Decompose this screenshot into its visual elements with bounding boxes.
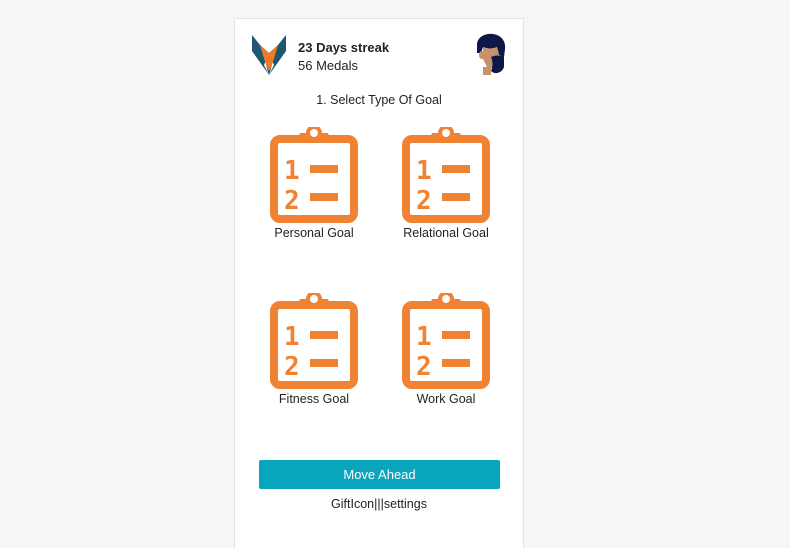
goal-label-personal: Personal Goal xyxy=(274,226,354,240)
goal-selection-card: 23 Days streak 56 Medals 1. Select Type … xyxy=(234,18,524,548)
clipboard-list-icon: 1 2 xyxy=(270,127,358,223)
svg-text:2: 2 xyxy=(284,186,300,216)
svg-text:1: 1 xyxy=(284,156,300,186)
svg-text:2: 2 xyxy=(284,352,300,382)
goal-label-work: Work Goal xyxy=(416,392,476,406)
bearded-man-avatar-icon[interactable] xyxy=(471,33,507,75)
medals-text: 56 Medals xyxy=(298,58,358,73)
svg-text:2: 2 xyxy=(416,352,432,382)
goal-option-personal[interactable]: 1 2 Personal Goal xyxy=(259,127,369,247)
svg-text:1: 1 xyxy=(416,322,432,352)
svg-text:1: 1 xyxy=(284,322,300,352)
svg-text:2: 2 xyxy=(416,186,432,216)
svg-text:1: 1 xyxy=(416,156,432,186)
streak-text: 23 Days streak xyxy=(298,40,390,55)
clipboard-list-icon: 1 2 xyxy=(402,127,490,223)
fox-logo-icon xyxy=(252,35,286,75)
goal-option-fitness[interactable]: 1 2 Fitness Goal xyxy=(259,293,369,413)
header: 23 Days streak 56 Medals xyxy=(235,19,523,89)
clipboard-list-icon: 1 2 xyxy=(402,293,490,389)
footer-links[interactable]: GiftIcon|||settings xyxy=(235,497,523,511)
move-ahead-button[interactable]: Move Ahead xyxy=(259,460,500,489)
goal-label-fitness: Fitness Goal xyxy=(278,392,350,406)
goal-option-relational[interactable]: 1 2 Relational Goal xyxy=(391,127,501,247)
goal-option-work[interactable]: 1 2 Work Goal xyxy=(391,293,501,413)
clipboard-list-icon: 1 2 xyxy=(270,293,358,389)
step-title: 1. Select Type Of Goal xyxy=(316,93,442,107)
goal-label-relational: Relational Goal xyxy=(403,226,489,240)
